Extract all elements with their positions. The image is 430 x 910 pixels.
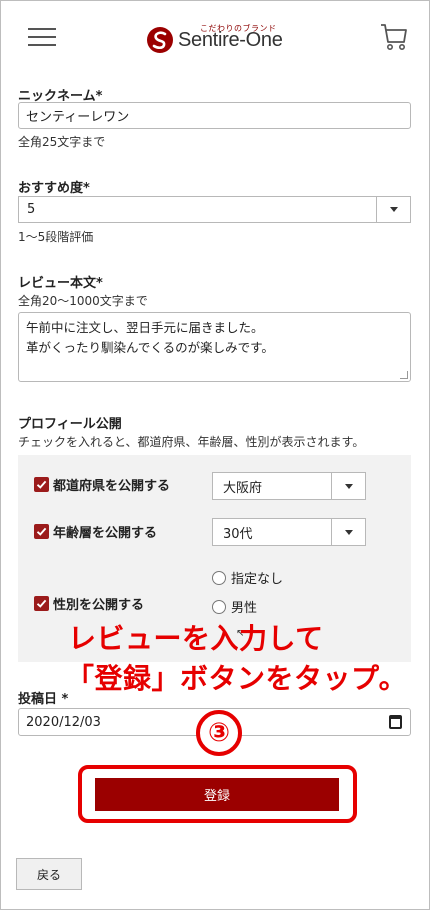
rating-select[interactable]: 5 — [18, 196, 411, 223]
review-line: 午前中に注文し、翌日手元に届きました。 — [26, 320, 264, 335]
prefecture-select[interactable]: 大阪府 — [212, 472, 366, 500]
check-icon — [36, 527, 47, 536]
age-select[interactable]: 30代 — [212, 518, 366, 546]
gender-radio-none[interactable] — [212, 570, 226, 585]
rating-value: 5 — [27, 202, 36, 217]
gender-option-none[interactable]: 指定なし — [212, 568, 283, 587]
brand-logo[interactable]: こだわりのブランド Sentire-One — [146, 22, 283, 58]
rating-label: おすすめ度* — [18, 181, 90, 196]
gender-option-label: 指定なし — [231, 572, 284, 587]
rating-note: 1〜5段階評価 — [18, 230, 94, 244]
brand-wordmark: こだわりのブランド Sentire-One — [178, 24, 283, 52]
post-date-value: 2020/12/03 — [26, 714, 101, 730]
age-checkbox-row[interactable]: 年齢層を公開する — [34, 522, 157, 541]
resize-handle[interactable] — [400, 371, 408, 379]
site-header: こだわりのブランド Sentire-One — [0, 0, 430, 78]
post-date-label: 投稿日 * — [18, 692, 69, 707]
nickname-note: 全角25文字まで — [18, 135, 106, 149]
cart-icon[interactable] — [380, 22, 408, 52]
review-label: レビュー本文* — [18, 276, 103, 291]
prefecture-checkbox[interactable] — [34, 477, 49, 492]
prefecture-checkbox-label: 都道府県を公開する — [53, 479, 171, 494]
check-icon — [36, 599, 47, 608]
age-value: 30代 — [223, 526, 253, 542]
chevron-down-icon — [331, 519, 365, 545]
check-icon — [36, 480, 47, 489]
chevron-down-icon — [376, 197, 410, 222]
age-checkbox-label: 年齢層を公開する — [53, 526, 158, 541]
review-textarea[interactable]: 午前中に注文し、翌日手元に届きました。 革がくったり馴染んでくるのが楽しみです。 — [18, 312, 411, 382]
register-button[interactable]: 登録 — [95, 778, 339, 811]
chevron-down-icon — [331, 473, 365, 499]
gender-checkbox-label: 性別を公開する — [53, 598, 145, 613]
profile-label: プロフィール公開 — [18, 417, 122, 432]
nickname-input[interactable]: センティーレワン — [18, 102, 411, 129]
profile-note: チェックを入れると、都道府県、年齢層、性別が表示されます。 — [18, 435, 365, 449]
review-note: 全角20〜1000文字まで — [18, 294, 148, 308]
annotation-line-1: レビューを入力して — [68, 622, 324, 655]
brand-tagline: こだわりのブランド — [200, 23, 277, 33]
gender-radio-male[interactable] — [212, 599, 226, 614]
prefecture-value: 大阪府 — [223, 480, 263, 496]
gender-option-male[interactable]: 男性 — [212, 597, 257, 616]
menu-icon[interactable] — [28, 26, 56, 48]
calendar-icon[interactable] — [389, 715, 402, 729]
gender-option-label: 男性 — [231, 601, 258, 616]
prefecture-checkbox-row[interactable]: 都道府県を公開する — [34, 475, 170, 494]
nickname-value: センティーレワン — [26, 110, 130, 125]
gender-checkbox-row[interactable]: 性別を公開する — [34, 594, 144, 613]
review-line: 革がくったり馴染んでくるのが楽しみです。 — [26, 340, 274, 355]
back-button[interactable]: 戻る — [16, 858, 82, 890]
gender-checkbox[interactable] — [34, 596, 49, 611]
brand-mark-icon — [147, 27, 173, 53]
step-number-badge: ③ — [196, 710, 242, 756]
age-checkbox[interactable] — [34, 524, 49, 539]
annotation-line-2: 「登録」ボタンをタップ。 — [66, 662, 408, 695]
